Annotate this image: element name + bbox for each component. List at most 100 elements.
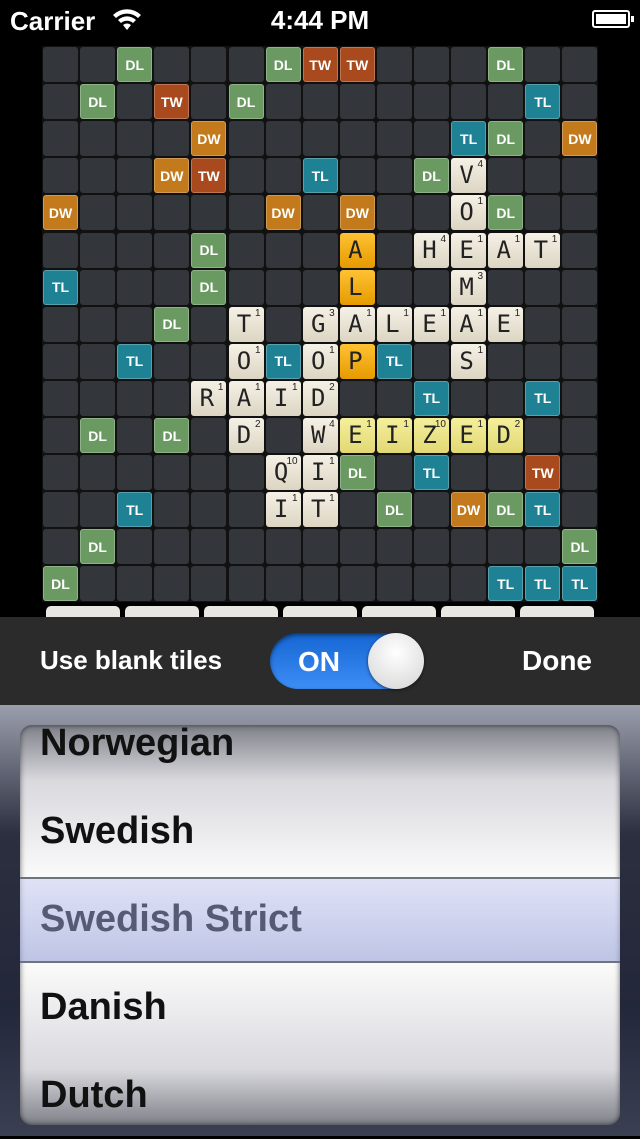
board-square[interactable] (228, 158, 264, 194)
board-square[interactable] (228, 529, 264, 565)
premium-square[interactable]: DL (80, 418, 116, 453)
board-square[interactable] (414, 84, 449, 120)
board-square[interactable] (154, 121, 190, 157)
premium-square[interactable]: DL (488, 121, 524, 157)
board-square[interactable] (265, 84, 301, 120)
board-square[interactable] (265, 269, 301, 305)
premium-square[interactable]: DL (191, 269, 227, 305)
board-square[interactable] (376, 529, 412, 565)
board-tile[interactable]: E1 (451, 418, 487, 453)
board-tile[interactable]: D2 (488, 418, 524, 453)
premium-square[interactable]: DW (265, 195, 301, 231)
board-square[interactable] (376, 455, 412, 491)
board-square[interactable] (414, 195, 449, 231)
board-square[interactable] (451, 84, 487, 120)
premium-square[interactable]: TL (43, 269, 78, 305)
premium-square[interactable]: DL (154, 418, 190, 453)
board-tile[interactable]: D2 (302, 380, 338, 416)
board-square[interactable] (265, 158, 301, 194)
board-square[interactable] (117, 84, 153, 120)
board-square[interactable] (117, 195, 153, 231)
board-square[interactable] (376, 566, 412, 602)
board-square[interactable] (339, 380, 375, 416)
board-square[interactable] (265, 418, 301, 453)
premium-square[interactable]: DL (265, 47, 301, 82)
board-square[interactable] (376, 121, 412, 157)
board-square[interactable] (154, 492, 190, 528)
premium-square[interactable]: TL (414, 455, 449, 491)
premium-square[interactable]: DL (80, 529, 116, 565)
board-tile[interactable]: M3 (451, 269, 487, 305)
premium-square[interactable]: TW (154, 84, 190, 120)
board-tile[interactable]: G3 (302, 306, 338, 342)
board-tile[interactable]: O1 (302, 343, 338, 379)
premium-square[interactable]: DW (562, 121, 598, 157)
board-square[interactable] (339, 492, 375, 528)
picker-item[interactable]: Danish (40, 963, 167, 1051)
board-tile[interactable]: O1 (451, 195, 487, 231)
premium-square[interactable]: TL (302, 158, 338, 194)
board-square[interactable] (191, 47, 227, 82)
board-square[interactable] (488, 84, 524, 120)
board-square[interactable] (525, 529, 561, 565)
premium-square[interactable]: TL (525, 566, 561, 602)
board-square[interactable] (414, 492, 449, 528)
board-square[interactable] (117, 269, 153, 305)
premium-square[interactable]: TL (562, 566, 598, 602)
board-square[interactable] (525, 306, 561, 342)
board-square[interactable] (43, 306, 78, 342)
board-square[interactable] (488, 380, 524, 416)
board-tile[interactable]: E1 (339, 418, 375, 453)
board-square[interactable] (117, 529, 153, 565)
board-square[interactable] (562, 380, 598, 416)
board-square[interactable] (525, 418, 561, 453)
board-square[interactable] (228, 455, 264, 491)
board-square[interactable] (80, 343, 116, 379)
premium-square[interactable]: DW (43, 195, 78, 231)
board-square[interactable] (154, 195, 190, 231)
premium-square[interactable]: TL (414, 380, 449, 416)
board-square[interactable] (562, 418, 598, 453)
done-button[interactable]: Done (522, 645, 592, 677)
board-square[interactable] (117, 232, 153, 268)
picker-item[interactable]: Dutch (40, 1051, 148, 1139)
board-square[interactable] (525, 121, 561, 157)
board-square[interactable] (154, 232, 190, 268)
board-square[interactable] (302, 529, 338, 565)
board-tile[interactable]: T1 (302, 492, 338, 528)
board-square[interactable] (488, 455, 524, 491)
game-board[interactable]: DL DL TW TW DL DL TW DL TL DW TL DL DW DW TW TL DL V 4 DW DW… (42, 46, 598, 602)
board-square[interactable] (488, 343, 524, 379)
premium-square[interactable]: DL (414, 158, 449, 194)
board-square[interactable] (43, 418, 78, 453)
board-square[interactable] (376, 158, 412, 194)
board-square[interactable] (525, 195, 561, 231)
board-square[interactable] (43, 455, 78, 491)
board-square[interactable] (265, 121, 301, 157)
board-square[interactable] (43, 343, 78, 379)
board-tile[interactable]: H4 (414, 232, 449, 268)
board-tile[interactable]: I1 (265, 492, 301, 528)
board-tile[interactable]: I1 (265, 380, 301, 416)
board-tile[interactable]: L (339, 269, 375, 305)
board-tile[interactable]: Z 10 (414, 418, 449, 453)
premium-square[interactable]: DL (191, 232, 227, 268)
premium-square[interactable]: DL (117, 47, 153, 82)
premium-square[interactable]: DL (376, 492, 412, 528)
board-square[interactable] (80, 195, 116, 231)
board-square[interactable] (451, 529, 487, 565)
board-square[interactable] (376, 380, 412, 416)
board-square[interactable] (228, 47, 264, 82)
premium-square[interactable]: DL (488, 492, 524, 528)
board-square[interactable] (80, 121, 116, 157)
board-square[interactable] (451, 380, 487, 416)
board-square[interactable] (488, 269, 524, 305)
board-square[interactable] (488, 158, 524, 194)
board-square[interactable] (228, 269, 264, 305)
board-square[interactable] (414, 529, 449, 565)
board-square[interactable] (43, 380, 78, 416)
board-square[interactable] (191, 306, 227, 342)
board-square[interactable] (228, 195, 264, 231)
board-square[interactable] (562, 343, 598, 379)
board-square[interactable] (339, 84, 375, 120)
